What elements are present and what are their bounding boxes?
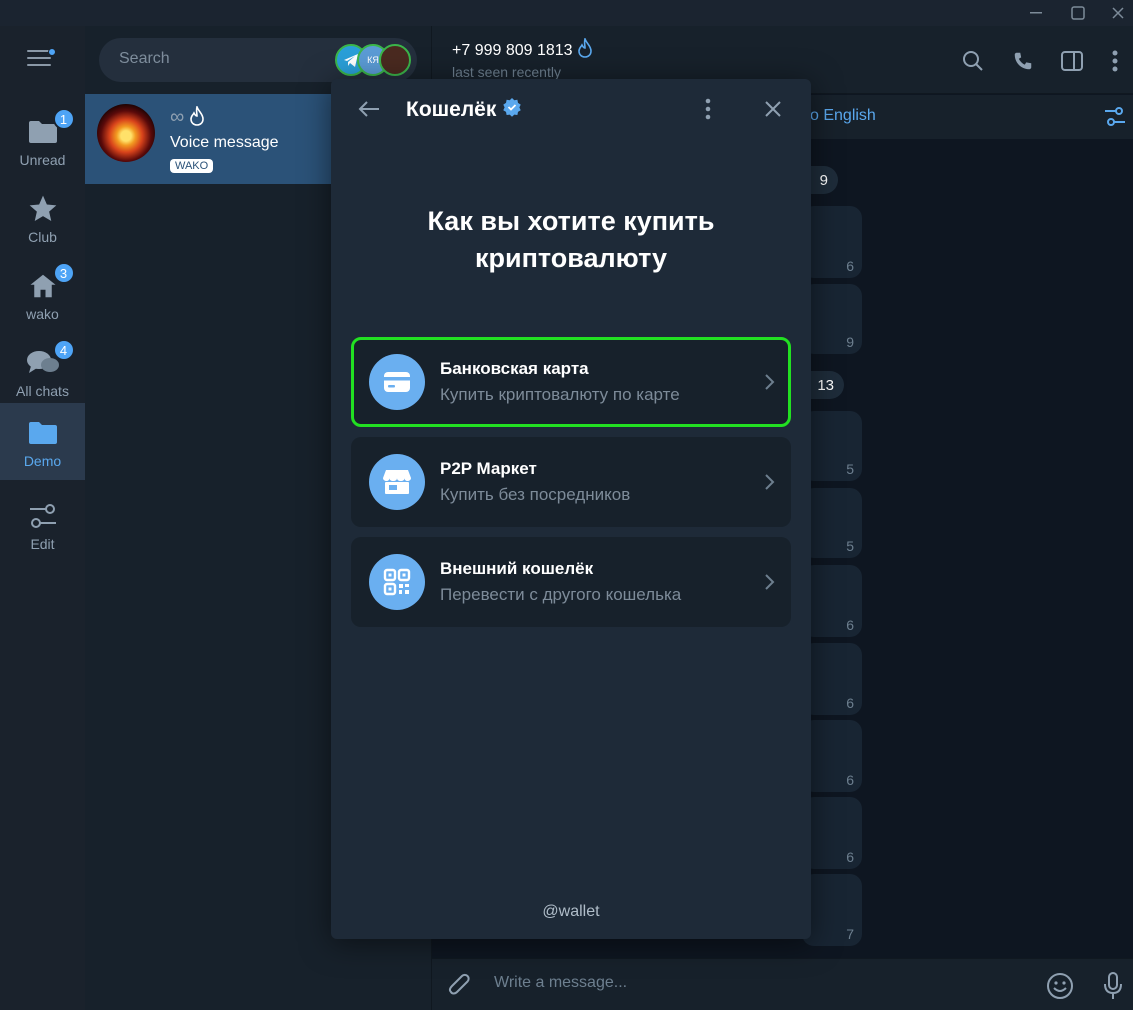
emoji-icon[interactable] [1046,972,1074,1005]
maximize-button[interactable] [1068,3,1088,23]
wallet-modal: Кошелёк Как вы хотите купить криптовалют… [331,79,811,939]
option-title: Банковская карта [440,359,589,378]
chats-icon: 4 [25,339,75,381]
modal-headline: Как вы хотите купить криптовалюту [427,206,715,273]
unread-badge: 1 [52,108,75,130]
store-icon [369,454,425,510]
back-arrow-icon[interactable] [355,95,383,123]
fire-icon [577,36,593,63]
microphone-icon[interactable] [1103,971,1123,1006]
folder-label: All chats [16,383,69,399]
folder-label: wako [26,306,59,322]
folder-label: Edit [30,536,55,552]
folder-label: Demo [23,453,62,469]
option-title: Внешний кошелёк [440,559,594,578]
option-p2p-market[interactable]: P2P Маркет Купить без посредников [351,437,791,527]
search-box[interactable]: КЯ [99,38,417,82]
star-icon [25,191,61,227]
notification-dot [48,48,56,56]
folder-wako[interactable]: 3 wako [0,256,85,333]
chevron-right-icon [763,571,777,593]
phone-icon[interactable] [1010,48,1036,74]
more-options-icon[interactable] [694,95,722,123]
avatar [97,104,155,162]
qr-code-icon [369,554,425,610]
main-menu-button[interactable] [27,48,56,70]
close-window-button[interactable] [1108,3,1128,23]
close-icon[interactable] [759,95,787,123]
search-input[interactable] [119,50,319,68]
folder-rail: 1 Unread Club 3 wako 4 All chats Demo Ed… [0,26,85,1010]
option-subtitle: Перевести с другого кошелька [440,585,682,604]
chat-title: ∞ [170,104,205,131]
edit-filters-icon [25,498,61,534]
unread-badge: 4 [52,339,75,361]
home-icon: 3 [25,262,75,304]
folder-all-chats[interactable]: 4 All chats [0,333,85,410]
option-external-wallet[interactable]: Внешний кошелёк Перевести с другого коше… [351,537,791,627]
more-options-icon[interactable] [1102,48,1128,74]
chevron-right-icon [763,371,777,393]
message-bubble[interactable]: 5 [802,411,862,481]
modal-title: Кошелёк [406,97,522,123]
peer-status: last seen recently [452,64,561,80]
message-bubble[interactable]: 6 [802,206,862,278]
message-bubble[interactable]: 6 [802,720,862,792]
message-bubble[interactable]: 7 [802,874,862,946]
message-input[interactable] [494,974,1014,992]
message-bubble[interactable]: 6 [802,643,862,715]
folder-icon: 1 [25,108,75,150]
option-subtitle: Купить криптовалюту по карте [440,385,680,404]
chevron-right-icon [763,471,777,493]
fire-icon [189,104,205,131]
folder-unread[interactable]: 1 Unread [0,102,85,179]
attach-icon[interactable] [448,973,472,1004]
message-bubble[interactable]: 9 [802,284,862,354]
chat-last-message: Voice message [170,134,279,151]
minimize-button[interactable] [1026,3,1046,23]
translate-settings-icon[interactable] [1104,106,1126,133]
search-icon[interactable] [960,48,986,74]
chat-tag-badge: WAKO [170,159,214,173]
window-titlebar [0,0,1133,26]
sidebar-toggle-icon[interactable] [1059,48,1085,74]
peer-name[interactable]: +7 999 809 1813 [452,36,593,63]
verified-badge-icon [502,97,522,123]
unread-badge: 3 [52,262,75,284]
bot-username[interactable]: @wallet [331,903,811,921]
message-composer [432,958,1133,1010]
folder-club[interactable]: Club [0,179,85,256]
folder-label: Unread [19,152,66,168]
folder-label: Club [28,229,57,245]
translate-text[interactable]: o English [810,107,876,125]
story-avatar[interactable] [379,44,411,76]
option-subtitle: Купить без посредников [440,485,631,504]
stories-strip[interactable]: КЯ [335,44,415,76]
credit-card-icon [369,354,425,410]
message-bubble[interactable]: 6 [802,797,862,869]
folder-demo[interactable]: Demo [0,403,85,480]
folder-edit[interactable]: Edit [0,486,85,563]
option-title: P2P Маркет [440,459,537,478]
modal-header: Кошелёк [331,79,811,139]
folder-icon [25,415,61,451]
option-bank-card[interactable]: Банковская карта Купить криптовалюту по … [351,337,791,427]
message-bubble[interactable]: 5 [802,488,862,558]
message-bubble[interactable]: 6 [802,565,862,637]
